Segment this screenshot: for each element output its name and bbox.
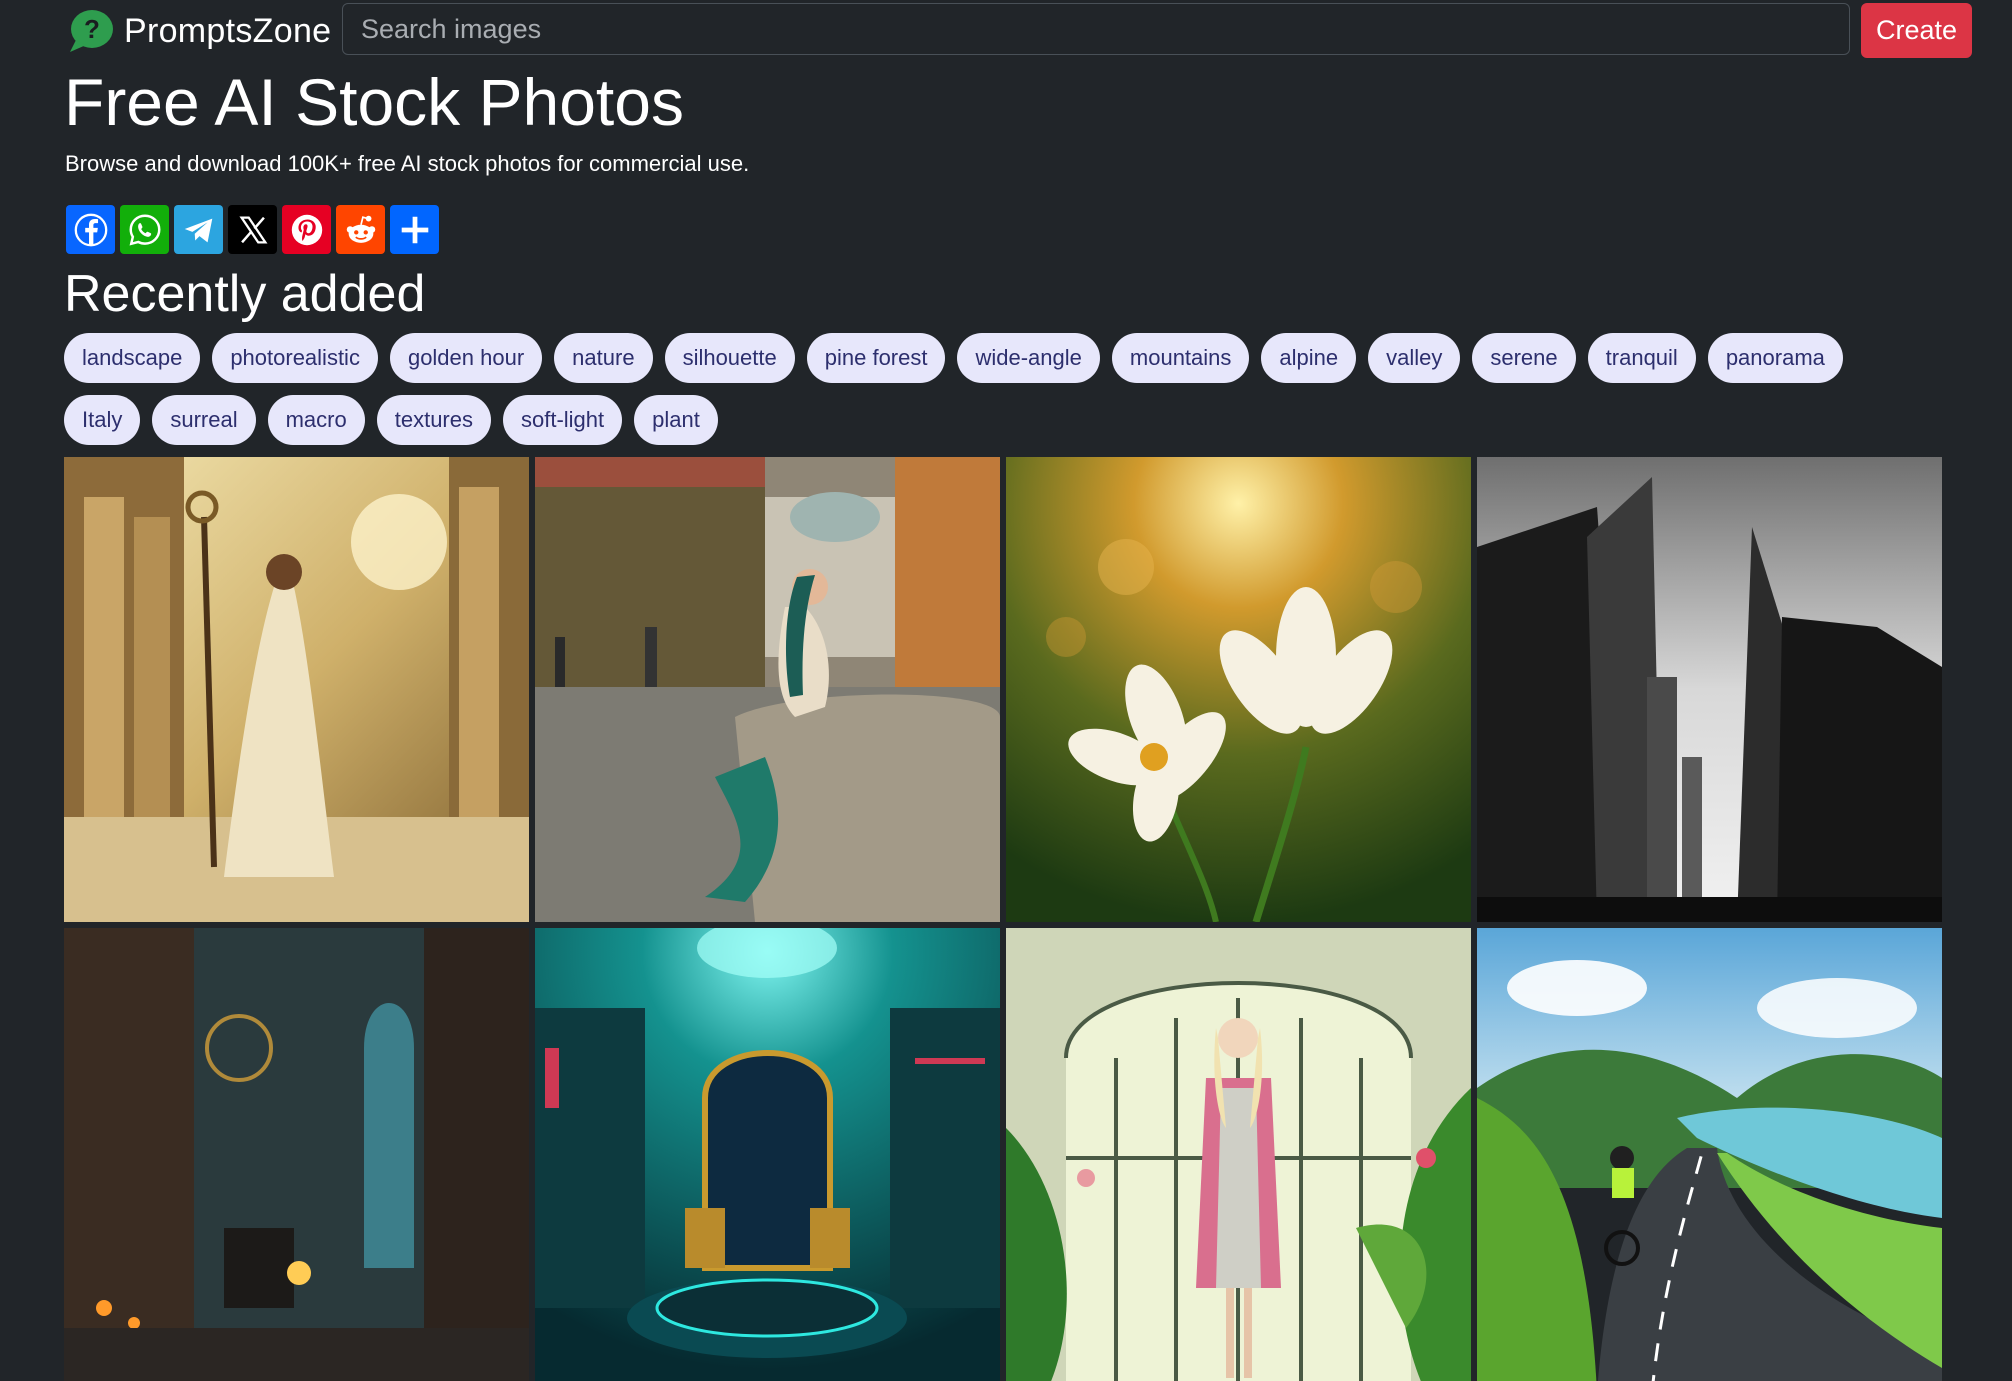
tag-landscape[interactable]: landscape: [64, 333, 201, 383]
tag-pine-forest[interactable]: pine forest: [806, 333, 946, 383]
brand-name: PromptsZone: [124, 11, 332, 50]
telegram-icon: [184, 218, 212, 242]
tag-photorealistic[interactable]: photorealistic: [212, 333, 378, 383]
tag-italy[interactable]: Italy: [64, 395, 141, 445]
photo-card[interactable]: [1477, 457, 1942, 922]
reddit-icon: [346, 215, 375, 243]
tag-panorama[interactable]: panorama: [1707, 333, 1843, 383]
tag-list: landscape photorealistic golden hour nat…: [64, 333, 1944, 457]
photo-card[interactable]: [535, 457, 1000, 922]
photo-card[interactable]: [1477, 928, 1942, 1381]
tag-mountains[interactable]: mountains: [1111, 333, 1250, 383]
photo-card[interactable]: [535, 928, 1000, 1381]
photo-image: [1477, 928, 1942, 1381]
whatsapp-icon: [129, 214, 160, 245]
pinterest-icon: [291, 214, 322, 245]
tag-golden-hour[interactable]: golden hour: [389, 333, 543, 383]
tag-silhouette[interactable]: silhouette: [664, 333, 795, 383]
page-subtitle: Browse and download 100K+ free AI stock …: [65, 151, 750, 176]
share-x-button[interactable]: [228, 205, 277, 254]
photo-card[interactable]: [1006, 928, 1471, 1381]
photo-image: [535, 457, 1000, 922]
share-more-button[interactable]: [390, 205, 439, 254]
photo-grid: [64, 457, 1944, 1381]
tag-nature[interactable]: nature: [554, 333, 653, 383]
tag-serene[interactable]: serene: [1472, 333, 1576, 383]
share-reddit-button[interactable]: [336, 205, 385, 254]
tag-row: landscape photorealistic golden hour nat…: [64, 333, 1944, 383]
tag-plant[interactable]: plant: [634, 395, 718, 445]
create-button[interactable]: Create: [1861, 3, 1972, 58]
tag-tranquil[interactable]: tranquil: [1587, 333, 1696, 383]
photo-card[interactable]: [1006, 457, 1471, 922]
tag-valley[interactable]: valley: [1368, 333, 1461, 383]
share-facebook-button[interactable]: [66, 205, 115, 254]
photo-image: [1477, 457, 1942, 922]
share-buttons: [66, 205, 439, 254]
photo-card[interactable]: [64, 457, 529, 922]
tag-wide-angle[interactable]: wide-angle: [957, 333, 1100, 383]
share-telegram-button[interactable]: [174, 205, 223, 254]
section-title: Recently added: [64, 265, 426, 323]
page-title: Free AI Stock Photos: [64, 65, 684, 139]
search-input[interactable]: [342, 3, 1850, 55]
photo-image: [535, 928, 1000, 1381]
tag-macro[interactable]: macro: [267, 395, 365, 445]
share-whatsapp-button[interactable]: [120, 205, 169, 254]
photo-image: [64, 457, 529, 922]
tag-surreal[interactable]: surreal: [152, 395, 256, 445]
x-icon: [238, 216, 267, 243]
tag-row: Italy surreal macro textures soft-light …: [64, 395, 1944, 445]
tag-alpine[interactable]: alpine: [1261, 333, 1357, 383]
svg-text:?: ?: [84, 14, 100, 44]
tag-soft-light[interactable]: soft-light: [503, 395, 623, 445]
navbar: ? PromptsZone Create: [0, 0, 2012, 62]
page: ? PromptsZone Create Free AI Stock Photo…: [0, 0, 2012, 1381]
share-pinterest-button[interactable]: [282, 205, 331, 254]
photo-card[interactable]: [64, 928, 529, 1381]
brand-link[interactable]: ? PromptsZone: [66, 8, 331, 54]
photo-image: [64, 928, 529, 1381]
facebook-icon: [74, 213, 107, 246]
question-speech-bubble-icon: ?: [70, 10, 113, 52]
plus-share-icon: [401, 216, 428, 243]
tag-textures[interactable]: textures: [376, 395, 491, 445]
photo-image: [1006, 928, 1471, 1381]
photo-image: [1006, 457, 1471, 922]
